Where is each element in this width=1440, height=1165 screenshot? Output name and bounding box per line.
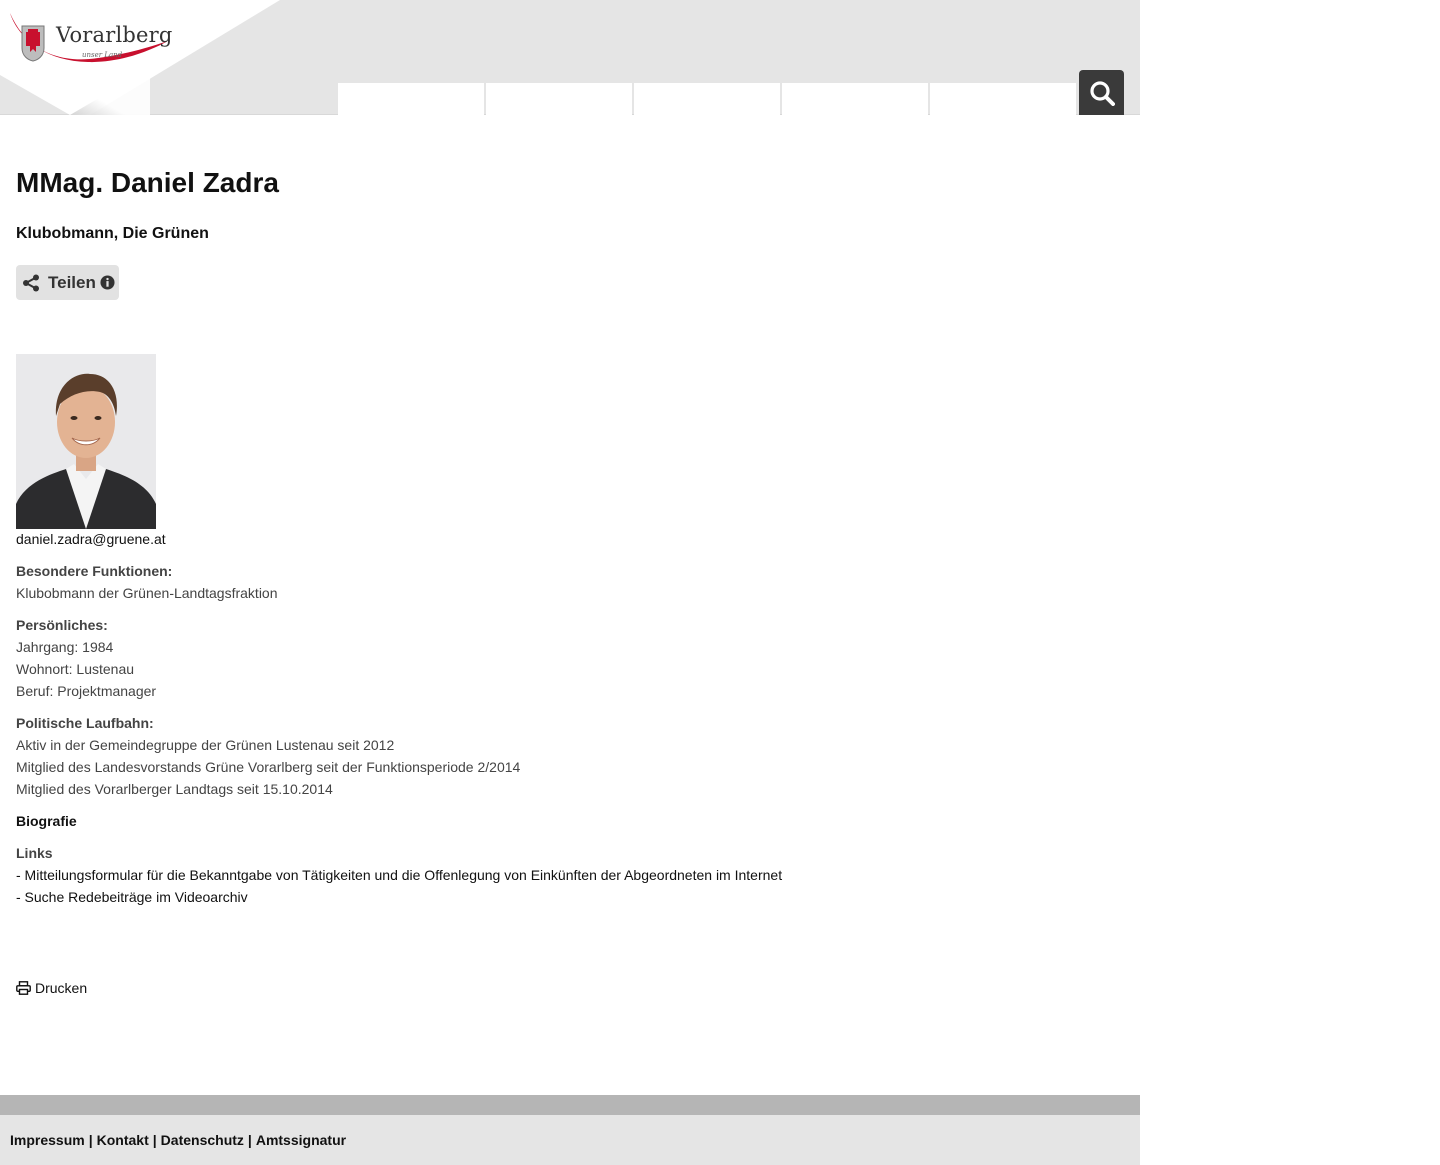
vorarlberg-logo[interactable]: Vorarlberg unser Land (8, 8, 178, 68)
info-icon[interactable] (100, 275, 115, 290)
footer-link-amtssignatur[interactable]: Amtssignatur (256, 1132, 346, 1148)
footer-separator: | (152, 1132, 157, 1148)
career-section: Politische Laufbahn: Aktiv in der Gemein… (16, 712, 520, 800)
career-line: Mitglied des Landesvorstands Grüne Vorar… (16, 759, 521, 775)
personal-line-residence: Wohnort: Lustenau (16, 661, 135, 677)
special-functions-line: Klubobmann der Grünen-Landtagsfraktion (16, 585, 278, 601)
share-icon (23, 274, 39, 291)
footer-separator: | (88, 1132, 93, 1148)
footer-divider-bar (0, 1095, 1140, 1115)
career-line: Aktiv in der Gemeindegruppe der Grünen L… (16, 737, 395, 753)
print-button[interactable]: Drucken (16, 980, 87, 996)
footer-link-impressum[interactable]: Impressum (10, 1132, 85, 1148)
main-navigation (338, 83, 1078, 115)
printer-icon (16, 981, 31, 995)
share-button[interactable]: Teilen (16, 265, 119, 300)
share-label: Teilen (48, 272, 96, 292)
nav-item-5[interactable] (930, 83, 1076, 115)
page: Vorarlberg unser Land MMag. Daniel Zadra… (0, 0, 1140, 1165)
logo-tagline: unser Land (82, 51, 123, 59)
footer-separator: | (247, 1132, 252, 1148)
footer-link-kontakt[interactable]: Kontakt (97, 1132, 149, 1148)
footer-link-datenschutz[interactable]: Datenschutz (161, 1132, 244, 1148)
print-label: Drucken (35, 980, 88, 996)
search-icon (1089, 80, 1115, 106)
email-link[interactable]: daniel.zadra@gruene.at (16, 528, 166, 550)
page-title: MMag. Daniel Zadra (16, 167, 279, 198)
nav-item-2[interactable] (486, 83, 632, 115)
person-role: Klubobmann, Die Grünen (16, 225, 209, 242)
link-video-archive[interactable]: - Suche Redebeiträge im Videoarchiv (16, 886, 782, 908)
personal-line-profession: Beruf: Projektmanager (16, 683, 157, 699)
link-disclosure-form[interactable]: - Mitteilungsformular für die Bekanntgab… (16, 864, 782, 886)
biography-link[interactable]: Biografie (16, 810, 77, 832)
personal-line-birthyear: Jahrgang: 1984 (16, 639, 114, 655)
special-functions-section: Besondere Funktionen: Klubobmann der Grü… (16, 560, 278, 604)
nav-item-4[interactable] (782, 83, 928, 115)
portrait-photo (16, 354, 156, 529)
career-label: Politische Laufbahn: (16, 715, 154, 731)
search-button[interactable] (1079, 70, 1124, 115)
links-section: Links - Mitteilungsformular für die Beka… (16, 842, 782, 908)
logo-wordmark: Vorarlberg (56, 23, 173, 47)
personal-section: Persönliches: Jahrgang: 1984 Wohnort: Lu… (16, 614, 156, 702)
biography-section: Biografie (16, 810, 77, 832)
personal-label: Persönliches: (16, 617, 108, 633)
career-line: Mitglied des Vorarlberger Landtags seit … (16, 781, 333, 797)
nav-item-1[interactable] (338, 83, 484, 115)
special-functions-label: Besondere Funktionen: (16, 563, 173, 579)
links-label: Links (16, 845, 53, 861)
site-footer: Impressum | Kontakt | Datenschutz | Amts… (0, 1115, 1140, 1165)
site-header: Vorarlberg unser Land (0, 0, 1140, 115)
nav-item-3[interactable] (634, 83, 780, 115)
